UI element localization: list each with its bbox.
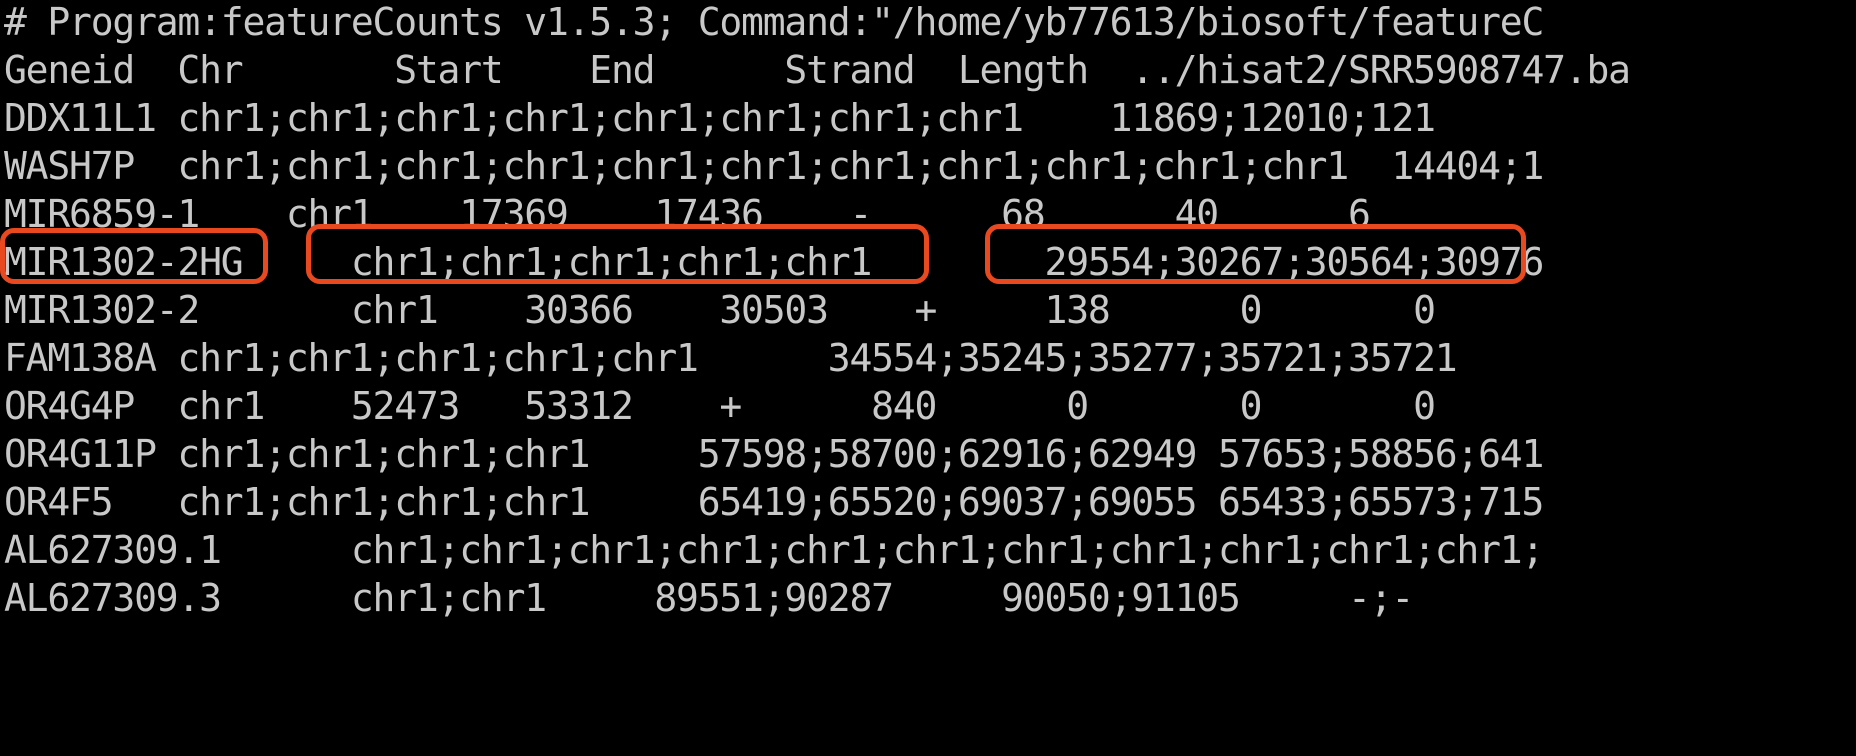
row-mir1302-2: MIR1302-2 chr1 30366 30503 + 138 0 0 xyxy=(4,288,1436,332)
row-mir6859-1: MIR6859-1 chr1 17369 17436 - 68 40 6 xyxy=(4,192,1371,236)
column-header: Geneid Chr Start End Strand Length ../hi… xyxy=(4,48,1631,92)
row-al627309-1: AL627309.1 chr1;chr1;chr1;chr1;chr1;chr1… xyxy=(4,528,1544,572)
row-fam138a: FAM138A chr1;chr1;chr1;chr1;chr1 34554;3… xyxy=(4,336,1458,380)
row-or4g11p: OR4G11P chr1;chr1;chr1;chr1 57598;58700;… xyxy=(4,432,1544,476)
row-or4f5: OR4F5 chr1;chr1;chr1;chr1 65419;65520;69… xyxy=(4,480,1544,524)
row-al627309-3: AL627309.3 chr1;chr1 89551;90287 90050;9… xyxy=(4,576,1414,620)
comment-program-command: # Program:featureCounts v1.5.3; Command:… xyxy=(4,0,1544,44)
row-or4g4p: OR4G4P chr1 52473 53312 + 840 0 0 0 xyxy=(4,384,1436,428)
terminal-text-output: # Program:featureCounts v1.5.3; Command:… xyxy=(4,0,1631,622)
terminal-window: # Program:featureCounts v1.5.3; Command:… xyxy=(0,0,1856,756)
row-ddx11l1: DDX11L1 chr1;chr1;chr1;chr1;chr1;chr1;ch… xyxy=(4,96,1436,140)
row-mir1302-2hg: MIR1302-2HG chr1;chr1;chr1;chr1;chr1 295… xyxy=(4,240,1544,284)
row-wash7p: WASH7P chr1;chr1;chr1;chr1;chr1;chr1;chr… xyxy=(4,144,1544,188)
